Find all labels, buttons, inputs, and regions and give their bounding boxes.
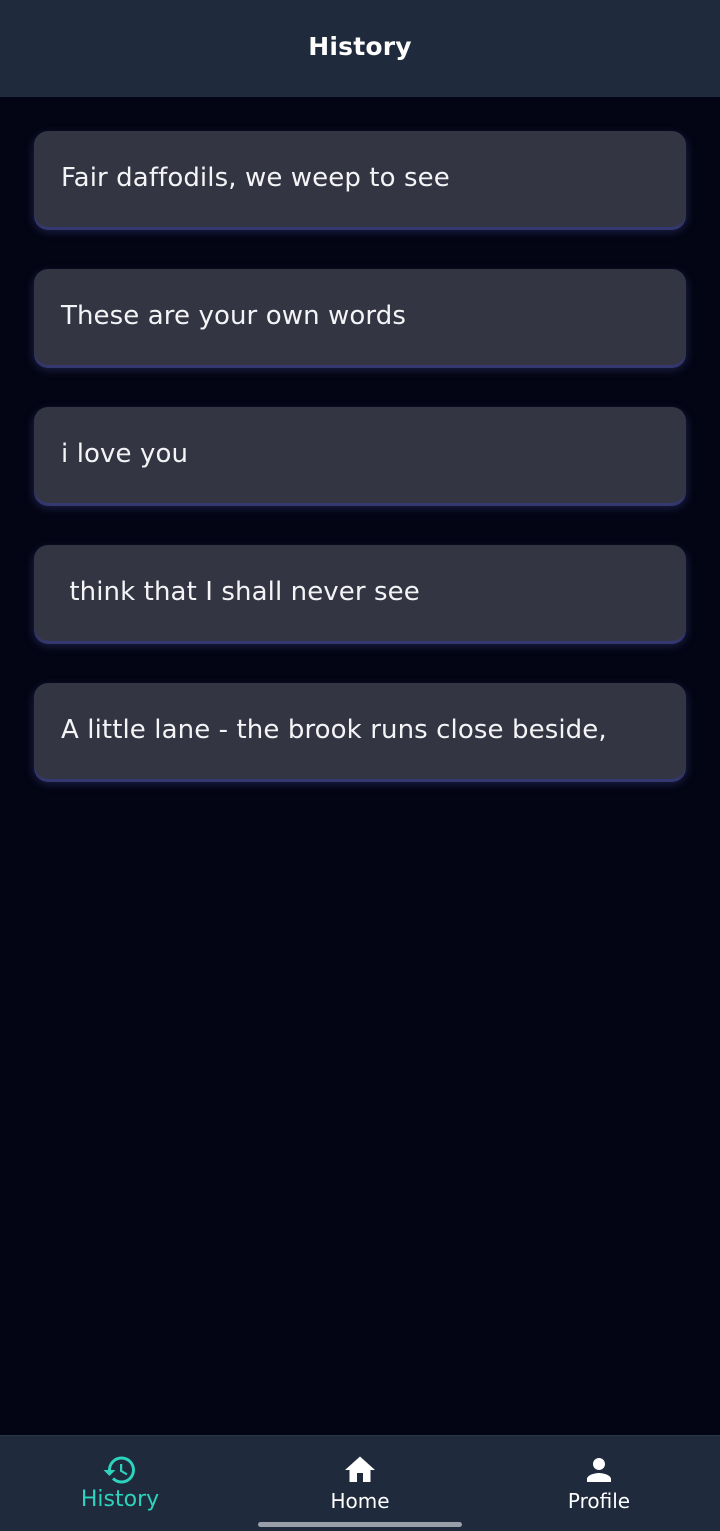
bottom-navigation: History Home Profile	[0, 1435, 720, 1531]
history-item[interactable]: i love you	[34, 407, 686, 503]
history-item-text: A little lane - the brook runs close bes…	[61, 715, 607, 745]
nav-tab-home-label: Home	[330, 1489, 390, 1513]
history-list: Fair daffodils, we weep to see These are…	[34, 131, 686, 821]
history-item-text: Fair daffodils, we weep to see	[61, 163, 450, 193]
person-icon	[587, 1458, 611, 1482]
history-item[interactable]: Fair daffodils, we weep to see	[34, 131, 686, 227]
nav-tab-history[interactable]: History	[40, 1436, 200, 1531]
history-icon	[103, 1456, 135, 1484]
history-item[interactable]: These are your own words	[34, 269, 686, 365]
gesture-handle[interactable]	[258, 1522, 462, 1527]
history-item-text: These are your own words	[61, 301, 406, 331]
history-item[interactable]: A little lane - the brook runs close bes…	[34, 683, 686, 779]
history-item-text: i love you	[61, 439, 189, 469]
top-app-bar: History	[0, 0, 720, 97]
nav-tab-history-label: History	[80, 1487, 160, 1512]
nav-tab-profile[interactable]: Profile	[519, 1436, 679, 1531]
nav-tab-home[interactable]: Home	[280, 1436, 440, 1531]
history-item[interactable]: think that I shall never see	[34, 545, 686, 641]
page-title: History	[308, 32, 412, 61]
home-icon	[345, 1456, 375, 1482]
app-screen: History Fair daffodils, we weep to see T…	[0, 0, 720, 1531]
history-item-text: think that I shall never see	[61, 577, 420, 607]
nav-tab-profile-label: Profile	[567, 1489, 631, 1513]
